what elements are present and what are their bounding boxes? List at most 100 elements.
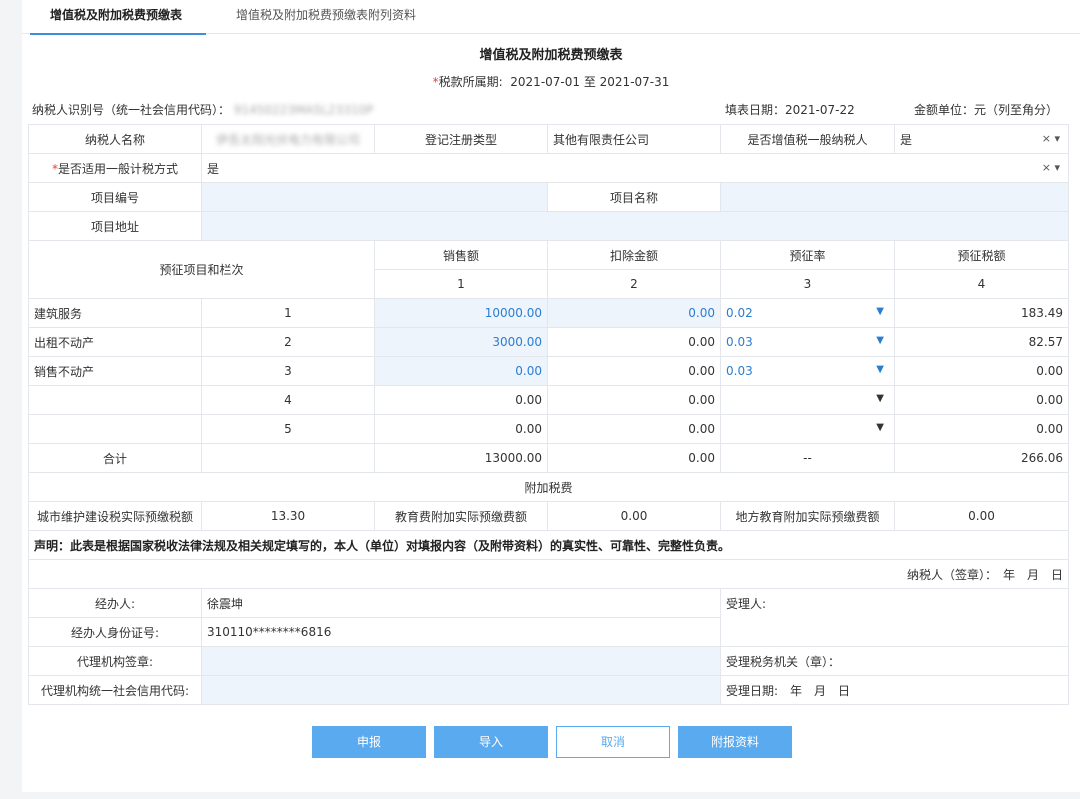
form-title: 增值税及附加税费预缴表 — [479, 48, 623, 63]
deduction-value: 0.00 — [547, 356, 721, 386]
total-rate: -- — [720, 443, 895, 473]
column-number: 4 — [894, 269, 1069, 299]
deduction-input[interactable]: 0.00 — [547, 298, 721, 328]
tax-method-value: 是 — [207, 161, 220, 176]
project-no-label: 项目编号 — [28, 182, 202, 212]
prepayment-table: 纳税人名称 伊吾太阳光伏电力有限公司 登记注册类型 其他有限责任公司 是否增值税… — [28, 124, 1069, 705]
clear-icon[interactable]: × — [1042, 132, 1051, 145]
column-header-deduction: 扣除金额 — [547, 240, 721, 270]
reg-type-label: 登记注册类型 — [374, 124, 548, 154]
taxpayer-signature: 纳税人（签章）： 年 月 日 — [28, 559, 1069, 589]
deduction-value: 0.00 — [547, 385, 721, 415]
surcharge-title-row: 附加税费 — [28, 472, 1069, 502]
tab-attached-schedule[interactable]: 增值税及附加税费预缴表附列资料 — [236, 0, 436, 34]
item-name — [28, 385, 202, 415]
taxpayer-name-label: 纳税人名称 — [28, 124, 202, 154]
row-number: 5 — [201, 414, 375, 444]
rate-select[interactable]: ▼ — [720, 414, 895, 444]
chevron-down-icon[interactable]: ▾ — [1054, 161, 1060, 174]
tab-prepayment-form[interactable]: 增值税及附加税费预缴表 — [30, 0, 206, 35]
taxpayer-id-label: 纳税人识别号（统一社会信用代码）： — [32, 103, 231, 117]
table-row: 出租不动产 2 3000.00 0.00 0.03 ▼ 82.57 — [28, 327, 1069, 357]
table-header-row: 预征项目和栏次 销售额 扣除金额 预征率 预征税额 — [28, 240, 1069, 299]
column-number: 2 — [547, 269, 721, 299]
local-education-fee-label: 地方教育附加实际预缴费额 — [720, 501, 895, 531]
clear-icon[interactable]: × — [1042, 161, 1051, 174]
sales-input[interactable]: 10000.00 — [374, 298, 548, 328]
rate-select[interactable]: 0.02 ▼ — [720, 298, 895, 328]
table-row: 5 0.00 0.00 ▼ 0.00 — [28, 414, 1069, 444]
tax-value: 0.00 — [894, 414, 1069, 444]
empty-cell — [201, 443, 375, 473]
item-column-header: 预征项目和栏次 — [28, 240, 375, 299]
row-number: 1 — [201, 298, 375, 328]
rate-select[interactable]: 0.03 ▼ — [720, 327, 895, 357]
agency-seal-input[interactable] — [201, 646, 721, 676]
column-number: 1 — [374, 269, 548, 299]
handler-value: 徐震坤 — [201, 588, 721, 618]
table-row: 建筑服务 1 10000.00 0.00 0.02 ▼ 183.49 — [28, 298, 1069, 328]
agent-row: 经办人: 徐震坤 受理人: — [28, 588, 1069, 647]
sales-input[interactable]: 3000.00 — [374, 327, 548, 357]
item-name: 销售不动产 — [28, 356, 202, 386]
receiver-label: 受理人: — [720, 588, 1069, 647]
tax-method-select[interactable]: 是 × ▾ — [201, 153, 1069, 183]
project-name-input[interactable] — [720, 182, 1069, 212]
sales-value: 0.00 — [374, 385, 548, 415]
tax-value: 0.00 — [894, 385, 1069, 415]
tax-method-label: *是否适用一般计税方式 — [28, 153, 202, 183]
handler-id-value: 310110********6816 — [201, 617, 721, 647]
info-row: *是否适用一般计税方式 是 × ▾ — [28, 153, 1069, 183]
project-address-input[interactable] — [201, 211, 1069, 241]
surcharge-row: 城市维护建设税实际预缴税额 13.30 教育费附加实际预缴费额 0.00 地方教… — [28, 501, 1069, 531]
fill-date: 填表日期：2021-07-22 — [725, 103, 855, 117]
tab-bar: 增值税及附加税费预缴表 增值税及附加税费预缴表附列资料 — [22, 0, 1080, 35]
agent-row: 代理机构签章: 受理税务机关（章）： — [28, 646, 1069, 676]
agency-code-label: 代理机构统一社会信用代码: — [28, 675, 202, 705]
declaration-row: 声明：此表是根据国家税收法律法规及相关规定填写的，本人（单位）对填报内容（及附带… — [28, 530, 1069, 560]
column-header-sales: 销售额 — [374, 240, 548, 270]
local-education-fee-value: 0.00 — [894, 501, 1069, 531]
education-fee-label: 教育费附加实际预缴费额 — [374, 501, 548, 531]
tax-office-label: 受理税务机关（章）： — [720, 646, 1069, 676]
cancel-button[interactable]: 取消 — [556, 726, 670, 758]
project-name-label: 项目名称 — [547, 182, 721, 212]
total-sales: 13000.00 — [374, 443, 548, 473]
handler-label: 经办人: — [28, 588, 202, 618]
attach-button[interactable]: 附报资料 — [678, 726, 792, 758]
surcharge-title: 附加税费 — [28, 472, 1069, 502]
project-no-input[interactable] — [201, 182, 548, 212]
sales-value: 0.00 — [374, 414, 548, 444]
tax-period: *税款所属期: 2021-07-01 至 2021-07-31 — [22, 73, 1080, 90]
tab-label: 增值税及附加税费预缴表 — [50, 8, 183, 22]
select-controls: × ▾ — [1042, 132, 1060, 145]
active-tab-indicator — [30, 33, 206, 35]
chevron-down-icon[interactable]: ▾ — [1054, 132, 1060, 145]
amount-unit: 金额单位：元（列至角分） — [914, 103, 1059, 117]
row-number: 3 — [201, 356, 375, 386]
signature-row: 纳税人（签章）： 年 月 日 — [28, 559, 1069, 589]
column-header-rate: 预征率 — [720, 240, 895, 270]
rate-select[interactable]: 0.03 ▼ — [720, 356, 895, 386]
dropdown-arrow-icon: ▼ — [876, 393, 884, 404]
tax-value: 183.49 — [894, 298, 1069, 328]
row-number: 2 — [201, 327, 375, 357]
agent-row: 代理机构统一社会信用代码: 受理日期: 年 月 日 — [28, 675, 1069, 705]
info-row: 项目编号 项目名称 — [28, 182, 1069, 212]
general-taxpayer-select[interactable]: 是 × ▾ — [894, 124, 1069, 154]
rate-select[interactable]: ▼ — [720, 385, 895, 415]
sales-input[interactable]: 0.00 — [374, 356, 548, 386]
submit-button[interactable]: 申报 — [312, 726, 426, 758]
taxpayer-id: 纳税人识别号（统一社会信用代码）： 91450223MA5L23310P — [32, 101, 373, 118]
total-deduction: 0.00 — [547, 443, 721, 473]
agency-seal-label: 代理机构签章: — [28, 646, 202, 676]
item-name: 出租不动产 — [28, 327, 202, 357]
info-row: 纳税人名称 伊吾太阳光伏电力有限公司 登记注册类型 其他有限责任公司 是否增值税… — [28, 124, 1069, 154]
table-row: 4 0.00 0.00 ▼ 0.00 — [28, 385, 1069, 415]
row-number: 4 — [201, 385, 375, 415]
agency-code-input[interactable] — [201, 675, 721, 705]
import-button[interactable]: 导入 — [434, 726, 548, 758]
general-taxpayer-label: 是否增值税一般纳税人 — [720, 124, 895, 154]
column-header-tax: 预征税额 — [894, 240, 1069, 270]
declaration-text: 声明：此表是根据国家税收法律法规及相关规定填写的，本人（单位）对填报内容（及附带… — [28, 530, 1069, 560]
